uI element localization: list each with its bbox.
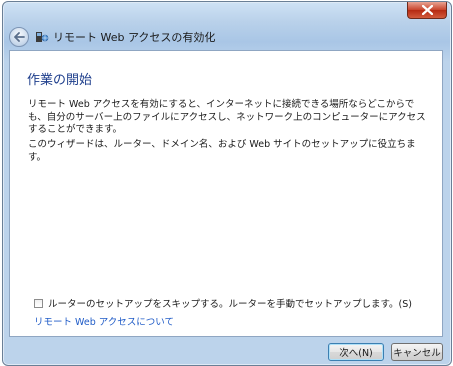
intro-paragraph: リモート Web アクセスを有効にすると、インターネットに接続できる場所ならどこ… bbox=[28, 99, 426, 135]
window-title: リモート Web アクセスの有効化 bbox=[53, 31, 216, 44]
navigation-bar: リモート Web アクセスの有効化 bbox=[3, 24, 451, 50]
about-remote-web-access-link[interactable]: リモート Web アクセスについて bbox=[34, 314, 174, 328]
next-button[interactable]: 次へ(N) bbox=[328, 343, 384, 361]
skip-router-label[interactable]: ルーターのセットアップをスキップする。ルーターを手動でセットアップします。(S) bbox=[48, 296, 412, 310]
wizard-window: リモート Web アクセスの有効化 作業の開始 リモート Web アクセスを有効… bbox=[2, 1, 452, 366]
cancel-button[interactable]: キャンセル bbox=[391, 343, 443, 361]
page-heading: 作業の開始 bbox=[27, 73, 93, 88]
wizard-footer: 次へ(N) キャンセル bbox=[3, 338, 451, 365]
back-button[interactable] bbox=[9, 27, 29, 47]
skip-router-option[interactable]: ルーターのセットアップをスキップする。ルーターを手動でセットアップします。(S) bbox=[34, 296, 412, 310]
close-button[interactable] bbox=[407, 2, 447, 19]
skip-router-checkbox[interactable] bbox=[34, 298, 43, 308]
remote-access-icon bbox=[36, 32, 49, 42]
wizard-content: 作業の開始 リモート Web アクセスを有効にすると、インターネットに接続できる… bbox=[9, 50, 443, 337]
wizard-description: このウィザードは、ルーター、ドメイン名、および Web サイトのセットアップに役… bbox=[28, 139, 416, 163]
close-icon bbox=[421, 5, 433, 15]
back-arrow-icon bbox=[14, 32, 25, 42]
